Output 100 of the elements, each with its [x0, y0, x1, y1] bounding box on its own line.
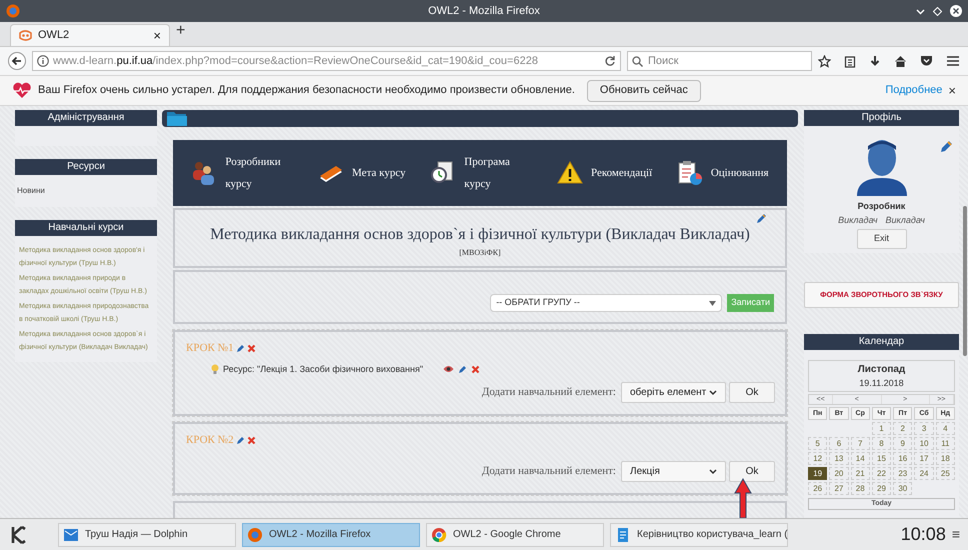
calendar-day[interactable]: 26	[808, 482, 828, 495]
calendar-day[interactable]: 5	[808, 437, 828, 450]
warning-icon	[556, 160, 583, 186]
home-icon	[894, 54, 907, 68]
step-title: КРОК №2	[186, 433, 234, 448]
calendar-day[interactable]: 12	[808, 452, 828, 465]
folder-icon	[166, 110, 187, 127]
course-menu-link[interactable]: Розробники курсу	[225, 151, 294, 195]
calendar-day[interactable]: 7	[850, 437, 870, 450]
pocket-icon	[920, 55, 933, 67]
section-header: Ресурси	[15, 159, 157, 175]
eye-icon	[443, 365, 454, 374]
pencil-icon	[236, 344, 245, 353]
calendar-month: Листопад	[858, 362, 906, 376]
dropdown-caret-icon	[709, 390, 717, 396]
calendar-day[interactable]: 8	[872, 437, 892, 450]
back-icon	[8, 52, 26, 70]
calendar-day[interactable]: 21	[850, 467, 870, 480]
calendar-day[interactable]: 9	[893, 437, 912, 450]
calendar-day[interactable]: 3	[914, 422, 934, 435]
first-name: Викладач	[838, 214, 878, 226]
calendar-day[interactable]: 23	[893, 467, 912, 480]
delete-icon	[246, 344, 256, 353]
pencil-icon	[756, 213, 767, 224]
notification-close-button[interactable]: ×	[948, 80, 956, 100]
section-header: Адміністрування	[15, 110, 157, 126]
dropdown-caret-icon	[709, 468, 717, 474]
browser-logo-icon	[247, 526, 263, 542]
resource-link[interactable]: Ресурс: "Лекція 1. Засоби фізичного виховання"	[223, 362, 424, 376]
calendar-day[interactable]: 10	[914, 437, 934, 450]
arrow-annotation	[734, 478, 752, 518]
section-header: Навчальні курси	[15, 220, 157, 236]
ok-button[interactable]: Ok	[729, 461, 775, 482]
new-tab-button[interactable]: +	[176, 19, 186, 43]
taskbar-button[interactable]: OWL2 - Google Chrome	[426, 522, 604, 546]
section-header: Календар	[804, 334, 959, 350]
browser-tab[interactable]: OWL2 ×	[10, 24, 170, 46]
calendar-day[interactable]: 29	[872, 482, 892, 495]
resource-link[interactable]: Новини	[17, 185, 155, 197]
calendar-day[interactable]: 30	[893, 482, 912, 495]
star-icon	[818, 54, 831, 68]
learn-more-link[interactable]: Подробнее	[885, 82, 942, 99]
taskbar-button[interactable]: Труш Надія — Dolphin	[58, 522, 236, 546]
tab-close-button[interactable]: ×	[153, 26, 161, 46]
calendar-day[interactable]: 6	[829, 437, 849, 450]
calendar-day[interactable]: 14	[850, 452, 870, 465]
taskbar-button[interactable]: Керівництво користувача_learn (	[610, 522, 788, 546]
address-bar[interactable]: www.d-learn.pu.if.ua/index.php?mod=course&action=ReviewOneCourse&id_cat=190&id_cou=6228	[32, 51, 621, 71]
calendar-day[interactable]: 27	[829, 482, 849, 495]
browser-logo-icon	[6, 4, 20, 18]
calendar-day[interactable]: 11	[936, 437, 955, 450]
close-icon	[950, 5, 962, 17]
calendar-day[interactable]: 25	[936, 467, 955, 480]
delete-icon	[471, 364, 480, 374]
calendar-day[interactable]: 13	[829, 452, 849, 465]
calendar-day[interactable]: 1	[872, 422, 892, 435]
course-menu-link[interactable]: Оцінювання	[710, 162, 769, 184]
group-select[interactable]: -- ОБРАТИ ГРУПУ --	[490, 294, 722, 312]
clock: 10:08	[900, 523, 946, 546]
owl-logo-icon	[19, 30, 32, 41]
calendar-day[interactable]: 22	[872, 467, 892, 480]
element-select[interactable]: оберіть елемент	[621, 382, 726, 403]
calendar-day[interactable]: 4	[936, 422, 955, 435]
window-title: OWL2 - Mozilla Firefox	[427, 4, 541, 19]
calendar-day[interactable]: 2	[893, 422, 912, 435]
calendar-day[interactable]: 17	[914, 452, 934, 465]
course-menu-link[interactable]: Програма курсу	[464, 151, 532, 195]
scrollbar-thumb[interactable]	[963, 206, 967, 356]
url-text: www.d-learn.pu.if.ua/index.php?mod=course&action=ReviewOneCourse&id_cat=190&id_cou=6228	[53, 54, 538, 69]
course-title: Методика викладання основ здоров`я і фізичної культури (Викладач Викладач)	[210, 225, 750, 245]
exit-button[interactable]: Exit	[856, 229, 906, 249]
calendar-day[interactable]: 24	[914, 467, 934, 480]
pencil-icon	[458, 364, 468, 374]
calendar-day[interactable]: 15	[872, 452, 892, 465]
element-select[interactable]: Лекція	[621, 461, 726, 482]
calendar-day[interactable]: 19	[808, 467, 828, 480]
calendar-day[interactable]: 18	[936, 452, 955, 465]
add-element-label: Додати навчальний елемент:	[482, 385, 616, 400]
calendar-day[interactable]: 28	[850, 482, 870, 495]
taskbar-menu-button[interactable]: ≡	[952, 524, 960, 545]
info-icon	[37, 55, 49, 67]
search-field[interactable]: Поиск	[627, 51, 812, 71]
calendar-day[interactable]: 20	[829, 467, 849, 480]
dropdown-caret-icon	[709, 300, 716, 306]
calendar-day[interactable]: 16	[893, 452, 912, 465]
minimize-icon	[916, 6, 925, 16]
step-title: КРОК №1	[186, 341, 234, 356]
update-now-button[interactable]: Обновить сейчас	[586, 80, 701, 102]
heart-pulse-icon	[12, 82, 32, 99]
course-code: [МВОЗіФК]	[459, 247, 501, 259]
clipboard-icon	[844, 54, 856, 68]
download-icon	[869, 54, 881, 68]
course-menu-link[interactable]: Рекомендації	[590, 162, 652, 184]
restore-icon	[933, 6, 942, 16]
ok-button[interactable]: Ok	[729, 382, 775, 403]
document-icon	[615, 526, 631, 542]
search-icon	[632, 56, 643, 67]
course-menu-link[interactable]: Мета курсу	[352, 162, 406, 184]
clipboard-chart-icon	[676, 160, 703, 186]
taskbar-button[interactable]: OWL2 - Mozilla Firefox	[242, 522, 420, 546]
